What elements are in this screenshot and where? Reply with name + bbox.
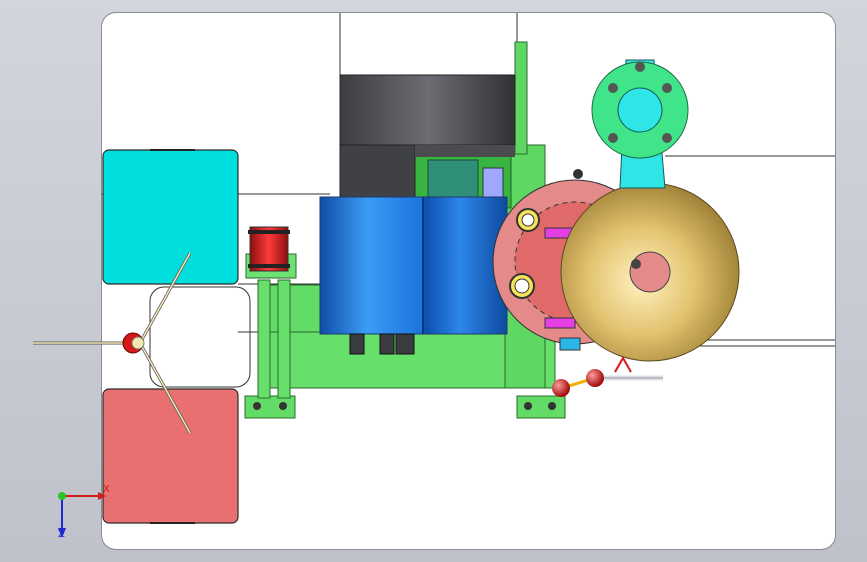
gold-dish[interactable] — [560, 182, 740, 362]
x-axis-label: X — [103, 484, 110, 495]
center-cover-plate[interactable] — [149, 286, 251, 388]
control-lever[interactable] — [552, 355, 663, 397]
blue-tank[interactable] — [319, 196, 508, 355]
red-coil[interactable] — [245, 226, 297, 279]
red-housing[interactable] — [102, 388, 239, 524]
axis-triad-icon: X Z — [48, 482, 110, 542]
cyan-housing[interactable] — [102, 149, 239, 285]
z-axis-label: Z — [58, 529, 65, 540]
assembly-model-view[interactable] — [0, 0, 867, 562]
flange-bracket[interactable] — [591, 59, 689, 189]
